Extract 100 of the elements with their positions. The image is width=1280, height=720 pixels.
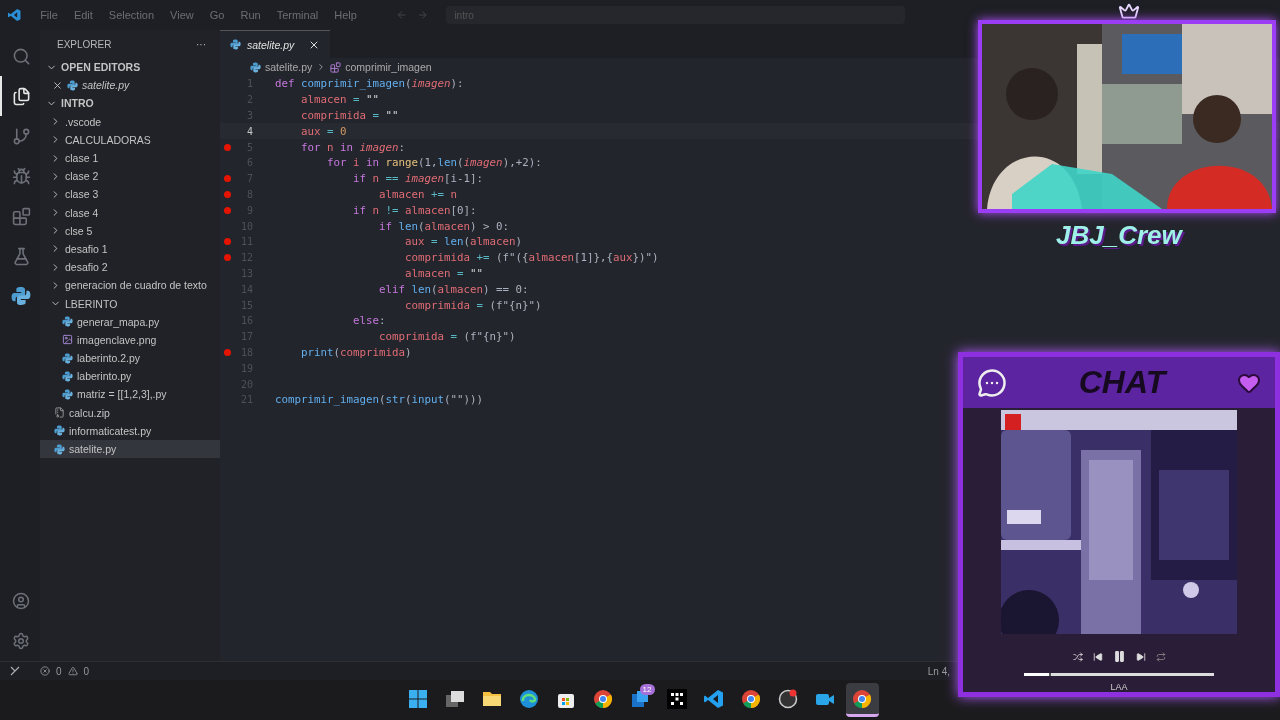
code-line: almacen = "" <box>300 93 380 107</box>
breakpoint-icon[interactable] <box>224 206 231 214</box>
settings-icon <box>12 632 30 650</box>
image-file-icon <box>62 334 73 346</box>
breakpoint-icon[interactable] <box>224 175 231 183</box>
tree-folder[interactable]: clase 3 <box>40 185 220 204</box>
section-header[interactable]: OPEN EDITORS <box>40 58 220 77</box>
code-line: almacen += n <box>378 187 458 201</box>
shuffle-icon[interactable] <box>1072 651 1083 662</box>
tree-file[interactable]: matriz = [[1,2,3],.py <box>40 385 220 404</box>
windows-stack-icon <box>445 689 465 708</box>
tree-folder[interactable]: CALCULADORAS <box>40 130 220 149</box>
python-file-icon <box>62 388 73 400</box>
code-line: comprimir_imagen(str(input(""))) <box>275 393 484 407</box>
tree-file[interactable]: informaticatest.py <box>40 421 220 440</box>
search-icon <box>11 46 31 66</box>
cursor-position[interactable]: Ln 4, <box>927 665 950 677</box>
pause-icon[interactable] <box>1112 650 1126 663</box>
code-line: comprimida = (f"{n}") <box>404 298 542 312</box>
open-editor-item[interactable]: satelite.py <box>40 76 220 95</box>
tree-file[interactable]: satelite.py <box>40 439 220 459</box>
breakpoint-icon[interactable] <box>224 238 231 246</box>
tree-folder[interactable]: .vscode <box>40 112 220 131</box>
tree-folder[interactable]: clse 5 <box>40 221 220 240</box>
tree-file[interactable]: laberinto.py <box>40 367 220 386</box>
taskbar-button[interactable]: 12 <box>623 683 657 717</box>
python-file-icon <box>250 61 261 73</box>
code-line: comprimida = (f"{n}") <box>378 330 516 344</box>
tree-folder[interactable]: clase 2 <box>40 167 220 186</box>
progress-track[interactable] <box>1024 673 1214 676</box>
branch-icon <box>11 126 31 146</box>
code-editor-icon <box>704 688 724 709</box>
tree-file[interactable]: imagenclave.png <box>40 330 220 349</box>
editor-tab[interactable]: satelite.py <box>220 30 331 58</box>
section-header[interactable]: INTRO <box>40 94 220 113</box>
code-line: if n == imagen[i-1]: <box>352 172 484 186</box>
tree-file[interactable]: calcu.zip <box>40 403 220 422</box>
blocks-icon <box>11 206 31 226</box>
code-line: else: <box>352 314 386 328</box>
previous-icon[interactable] <box>1092 651 1103 662</box>
flask-icon <box>11 246 31 266</box>
repeat-icon[interactable] <box>1155 651 1166 662</box>
python-file-icon <box>230 39 241 50</box>
error-count[interactable]: 0 <box>56 665 62 677</box>
breadcrumb-item[interactable]: comprimir_imagen <box>345 61 432 73</box>
code-line: comprimida = "" <box>300 109 399 122</box>
windows-icon <box>408 688 428 709</box>
breakpoint-icon[interactable] <box>224 190 231 198</box>
close-icon[interactable] <box>52 79 63 91</box>
browser-icon <box>852 688 872 709</box>
breadcrumb-item[interactable]: satelite.py <box>265 61 313 73</box>
tree-folder[interactable]: generacion de cuadro de texto <box>40 276 220 295</box>
grid-logo-icon <box>667 688 687 709</box>
taskbar-button[interactable] <box>845 683 879 717</box>
browser-icon <box>741 688 761 709</box>
python-file-icon <box>62 370 73 382</box>
python-file-icon <box>67 79 78 91</box>
python-file-icon <box>54 425 65 437</box>
warning-count[interactable]: 0 <box>83 665 90 677</box>
code-line: comprimida += (f"({almacen[1]},{aux})") <box>404 251 659 265</box>
code-line: aux = len(almacen) <box>404 235 523 249</box>
symbol-icon <box>330 61 342 73</box>
tree-file[interactable]: laberinto.2.py <box>40 349 220 368</box>
bug-icon <box>11 166 31 186</box>
python-file-icon <box>62 316 73 328</box>
code-line: def comprimir_imagen(imagen): <box>275 77 464 91</box>
track-caption: LAA <box>1110 682 1128 692</box>
code-line: print(comprimida) <box>300 345 412 359</box>
sidebar-title: EXPLORER <box>57 38 112 50</box>
account-icon <box>12 592 30 610</box>
code-line: almacen = "" <box>404 266 484 280</box>
overlay-caption: JBJ_Crew <box>1056 220 1182 251</box>
breakpoint-icon[interactable] <box>224 348 231 356</box>
swirl-icon <box>519 688 539 709</box>
tree-folder[interactable]: desafio 1 <box>40 239 220 259</box>
tree-folder[interactable]: desafio 2 <box>40 258 220 277</box>
tree-folder[interactable]: clase 1 <box>40 148 220 168</box>
files-icon <box>11 86 31 106</box>
breakpoint-icon[interactable] <box>224 143 231 151</box>
python-file-icon <box>62 352 73 364</box>
python-file-icon <box>54 443 65 455</box>
error-icon <box>40 666 50 676</box>
next-icon[interactable] <box>1135 651 1146 662</box>
code-line: elif len(almacen) == 0: <box>378 282 529 296</box>
tree-file[interactable]: generar_mapa.py <box>40 312 220 331</box>
folder-icon <box>482 690 502 707</box>
code-line: for i in range(1,len(imagen),+2): <box>326 156 542 170</box>
code-line: if n != almacen[0]: <box>352 203 477 217</box>
notification-badge: 12 <box>639 684 655 695</box>
more-actions[interactable]: ··· <box>196 38 206 50</box>
chat-title: CHAT <box>1078 364 1166 402</box>
tree-folder[interactable]: LBERINTO <box>40 294 220 313</box>
python-file-icon <box>11 286 31 306</box>
breakpoint-icon[interactable] <box>224 254 231 262</box>
tree-folder[interactable]: clase 4 <box>40 203 220 222</box>
archive-file-icon <box>54 407 65 419</box>
remote-icon[interactable] <box>10 666 20 676</box>
chat-bubble-icon <box>977 367 1007 398</box>
warning-icon <box>67 666 78 676</box>
code-line: aux = 0 <box>300 124 347 138</box>
